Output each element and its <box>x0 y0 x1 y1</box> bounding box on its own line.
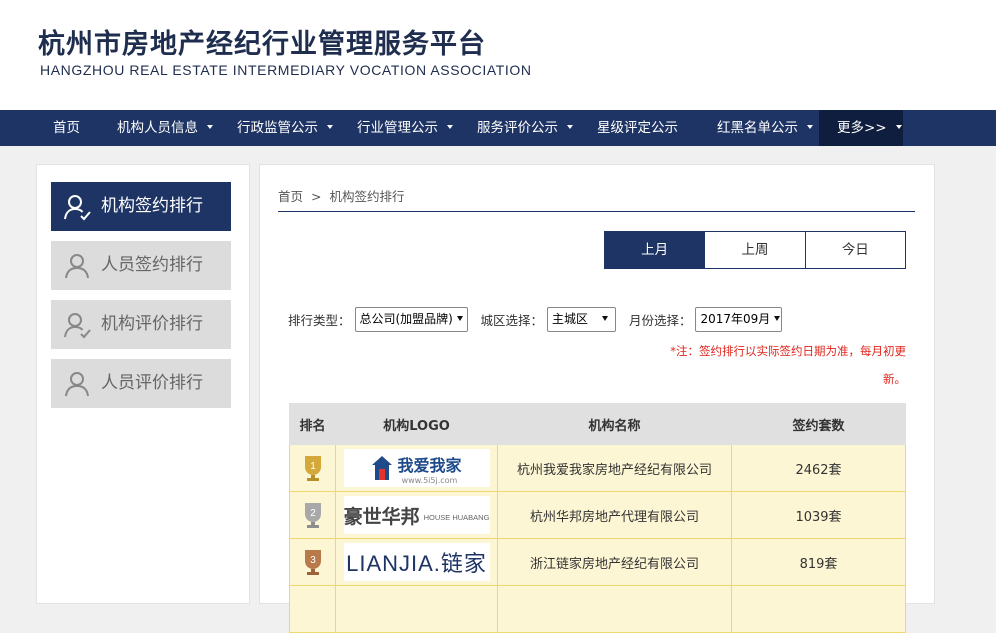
caret-down-icon <box>327 125 333 129</box>
breadcrumb-divider <box>278 211 915 212</box>
sidebar-item-org-signing-rank[interactable]: 机构签约排行 <box>51 182 231 231</box>
tab-last-week[interactable]: 上周 <box>704 232 804 268</box>
logo-cell: 我爱我家 www.5i5j.com <box>335 444 498 492</box>
company-logo: 豪世华邦 HOUSE HUABANG <box>343 496 490 534</box>
breadcrumb: 首页 > 机构签约排行 <box>278 186 404 205</box>
user-icon <box>65 254 89 279</box>
area-select[interactable]: 主城区 <box>546 307 616 332</box>
area-value: 主城区 <box>551 312 588 326</box>
ranking-note-line2: 新。 <box>883 372 906 386</box>
user-icon <box>65 372 89 397</box>
tab-today[interactable]: 今日 <box>804 232 905 268</box>
ranking-note: *注：签约排行以实际签约日期为准，每月初更 新。 <box>646 337 906 393</box>
sidebar-item-staff-signing-rank[interactable]: 人员签约排行 <box>51 241 231 290</box>
tab-last-month[interactable]: 上月 <box>605 232 705 268</box>
rank-type-value: 总公司(加盟品牌) <box>359 312 453 326</box>
column-header-count: 签约套数 <box>731 403 906 445</box>
rank-type-label: 排行类型： <box>288 313 351 328</box>
company-name-cell[interactable]: 浙江链家房地产经纪有限公司 <box>497 538 732 586</box>
nav-item-admin-supervision[interactable]: 行政监管公示 <box>237 110 333 146</box>
logo-cell: LIANJIA.链家 <box>335 538 498 586</box>
sidebar-item-label: 人员评价排行 <box>101 373 203 393</box>
rank-number: 3 <box>310 555 316 566</box>
sidebar-item-org-evaluation-rank[interactable]: 机构评价排行 <box>51 300 231 349</box>
silver-trophy-icon: 2 <box>304 503 321 528</box>
main-nav: 首页 机构人员信息 行政监管公示 行业管理公示 服务评价公示 星级评定公示 红黑… <box>0 110 996 146</box>
nav-item-star-rating[interactable]: 星级评定公示 <box>597 110 678 146</box>
logo-subtext: www.5i5j.com <box>401 475 458 485</box>
nav-item-service-evaluation[interactable]: 服务评价公示 <box>477 110 573 146</box>
nav-item-industry-management[interactable]: 行业管理公示 <box>357 110 453 146</box>
rank-cell: 2 <box>289 491 336 539</box>
main-content: 首页 > 机构签约排行 上月 上周 今日 排行类型： 总公司(加盟品牌) 城区选… <box>259 164 935 633</box>
rank-cell: 3 <box>289 538 336 586</box>
caret-down-icon <box>807 125 813 129</box>
count-cell: 819套 <box>731 538 906 586</box>
count-cell: 2462套 <box>731 444 906 492</box>
ranking-note-line1: *注：签约排行以实际签约日期为准，每月初更 <box>670 344 906 358</box>
count-cell: 1039套 <box>731 491 906 539</box>
site-header: 杭州市房地产经纪行业管理服务平台 HANGZHOU REAL ESTATE IN… <box>0 0 996 110</box>
caret-down-icon <box>447 125 453 129</box>
month-select[interactable]: 2017年09月 <box>695 307 783 332</box>
column-header-name: 机构名称 <box>497 403 732 445</box>
caret-down-icon <box>207 125 213 129</box>
nav-item-home[interactable]: 首页 <box>53 110 80 146</box>
column-header-logo: 机构LOGO <box>335 403 498 445</box>
table-row <box>289 585 906 633</box>
company-logo: 我爱我家 www.5i5j.com <box>343 449 490 487</box>
dropdown-arrow-icon <box>602 316 608 321</box>
sidebar-item-label: 机构评价排行 <box>101 314 203 334</box>
dropdown-arrow-icon <box>774 316 781 321</box>
table-row: 2 豪世华邦 HOUSE HUABANG 杭州华邦房地产代理有限公司 1039套 <box>289 491 906 539</box>
company-name-cell[interactable]: 杭州我爱我家房地产经纪有限公司 <box>497 444 732 492</box>
table-row: 1 我爱我家 www.5i5j.com 杭州我爱我家房地产经纪有限公司 2462套 <box>289 444 906 492</box>
month-label: 月份选择： <box>628 313 692 328</box>
logo-cell: 豪世华邦 HOUSE HUABANG <box>335 491 498 539</box>
house-logo-icon <box>372 456 393 480</box>
nav-item-org-staff[interactable]: 机构人员信息 <box>117 110 213 146</box>
breadcrumb-current: 机构签约排行 <box>329 189 405 204</box>
logo-text: 豪世华邦 <box>343 505 420 528</box>
column-header-rank: 排名 <box>289 403 336 445</box>
ranking-table: 排名 机构LOGO 机构名称 签约套数 1 我爱我家 www.5i5j.com … <box>289 403 906 633</box>
rank-number: 2 <box>310 508 316 519</box>
table-row: 3 LIANJIA.链家 浙江链家房地产经纪有限公司 819套 <box>289 538 906 586</box>
nav-item-more[interactable]: 更多>> <box>819 110 903 146</box>
sidebar-item-label: 机构签约排行 <box>101 196 203 216</box>
sidebar-item-label: 人员签约排行 <box>101 255 203 275</box>
logo-text: LIANJIA.链家 <box>346 551 487 576</box>
breadcrumb-home-link[interactable]: 首页 <box>278 189 303 204</box>
sidebar: 机构签约排行 人员签约排行 机构评价排行 人员评价排行 <box>36 164 250 604</box>
period-tabs: 上月 上周 今日 <box>604 231 906 269</box>
company-logo: LIANJIA.链家 <box>343 543 490 581</box>
nav-item-red-black-list[interactable]: 红黑名单公示 <box>717 110 813 146</box>
site-subtitle: HANGZHOU REAL ESTATE INTERMEDIARY VOCATI… <box>40 62 532 78</box>
company-name-cell[interactable]: 杭州华邦房地产代理有限公司 <box>497 491 732 539</box>
logo-text: 我爱我家 <box>397 455 462 475</box>
filter-bar: 排行类型： 总公司(加盟品牌) 城区选择： 主城区 月份选择： 2017年09月 <box>288 307 783 333</box>
rank-number: 1 <box>310 461 316 472</box>
breadcrumb-separator: > <box>311 189 322 204</box>
month-value: 2017年09月 <box>700 312 771 326</box>
rank-cell: 1 <box>289 444 336 492</box>
sidebar-item-staff-evaluation-rank[interactable]: 人员评价排行 <box>51 359 231 408</box>
caret-down-icon <box>567 125 573 129</box>
caret-down-icon <box>895 125 902 129</box>
bronze-trophy-icon: 3 <box>304 550 321 575</box>
logo-subtext: HOUSE HUABANG <box>423 513 490 522</box>
table-header-row: 排名 机构LOGO 机构名称 签约套数 <box>289 403 906 445</box>
site-title: 杭州市房地产经纪行业管理服务平台 <box>38 29 486 60</box>
area-label: 城区选择： <box>480 313 543 328</box>
user-check-icon <box>64 195 91 221</box>
dropdown-arrow-icon <box>456 316 463 321</box>
gold-trophy-icon: 1 <box>304 456 321 481</box>
rank-type-select[interactable]: 总公司(加盟品牌) <box>354 307 468 332</box>
user-check-icon <box>64 313 91 339</box>
